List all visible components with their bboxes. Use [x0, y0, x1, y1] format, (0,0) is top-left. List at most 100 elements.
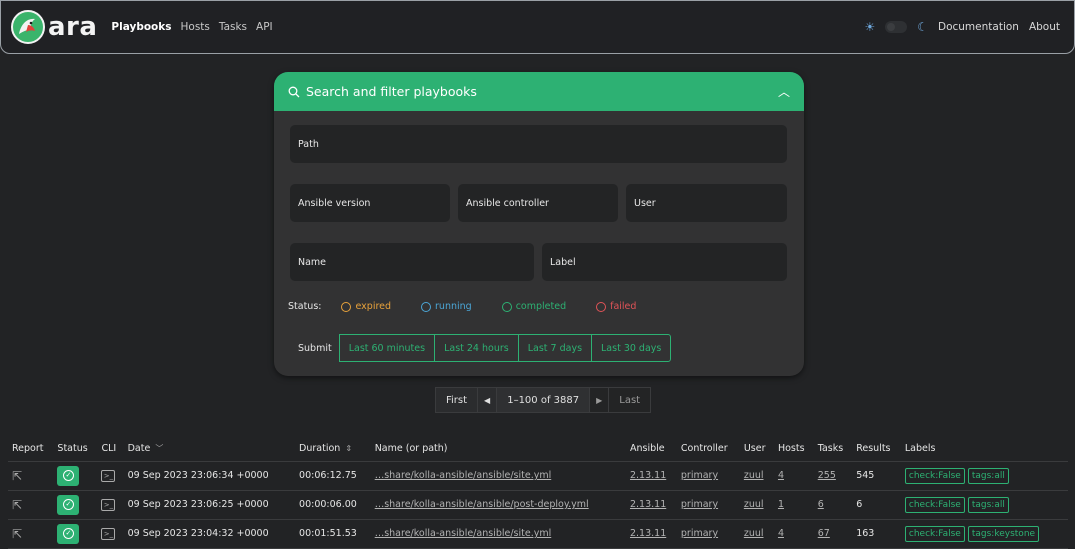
chevron-down-icon: ﹀ [155, 444, 164, 454]
status-running-label: running [435, 301, 472, 312]
check-icon: ✓ [62, 470, 74, 481]
filter-panel: Search and filter playbooks ︿ Path Ansib… [274, 72, 804, 376]
row-ansible-link[interactable]: 2.13.11 [630, 470, 666, 481]
row-date: 09 Sep 2023 23:04:32 +0000 [123, 519, 296, 549]
col-duration[interactable]: Duration ⇕ [295, 437, 371, 462]
sun-icon: ☀ [864, 20, 876, 34]
moon-icon: ☾ [917, 20, 928, 34]
row-results: 6 [852, 490, 901, 520]
row-results: 163 [852, 519, 901, 549]
col-user: User [739, 437, 774, 462]
table-row[interactable]: ⇱ ✓ >_ 09 Sep 2023 23:04:32 +0000 00:01:… [8, 519, 1068, 549]
row-duration: 00:01:51.53 [295, 519, 371, 549]
label-badge[interactable]: check:False [904, 467, 965, 484]
parrot-logo-icon [11, 10, 45, 44]
name-field[interactable]: Name [290, 243, 534, 281]
status-failed[interactable]: failed [596, 301, 636, 312]
search-icon [288, 86, 300, 97]
label-badge[interactable]: check:False [904, 496, 965, 513]
status-completed-badge[interactable]: ✓ [57, 465, 80, 486]
last-7-days-button[interactable]: Last 7 days [517, 334, 593, 362]
status-completed-badge[interactable]: ✓ [57, 494, 80, 515]
row-tasks-link[interactable]: 6 [818, 499, 824, 510]
row-duration: 00:00:06.00 [295, 490, 371, 520]
terminal-icon[interactable]: >_ [101, 498, 116, 511]
col-cli: CLI [97, 437, 124, 462]
row-tasks-link[interactable]: 255 [818, 470, 836, 481]
top-navbar: ara Playbooks Hosts Tasks API ☀ ☾ Docume… [0, 0, 1075, 54]
label-field[interactable]: Label [542, 243, 787, 281]
row-user-link[interactable]: zuul [744, 528, 764, 539]
terminal-icon[interactable]: >_ [101, 527, 116, 540]
ansible-version-label: Ansible version [298, 197, 371, 209]
path-field[interactable]: Path [290, 125, 787, 163]
exclamation-circle-icon [596, 301, 607, 312]
col-status: Status [53, 437, 98, 462]
col-date[interactable]: Date ﹀ [123, 437, 296, 462]
row-tasks-link[interactable]: 67 [818, 528, 830, 539]
row-ansible-link[interactable]: 2.13.11 [630, 499, 666, 510]
label-badge[interactable]: tags:all [967, 467, 1009, 484]
row-ansible-link[interactable]: 2.13.11 [630, 528, 666, 539]
label-badge[interactable]: tags:all [967, 496, 1009, 513]
nav-about[interactable]: About [1029, 21, 1060, 33]
col-date-label: Date [127, 443, 151, 455]
nav-hosts[interactable]: Hosts [181, 21, 210, 33]
check-icon: ✓ [62, 528, 74, 539]
external-link-icon[interactable]: ⇱ [12, 527, 22, 541]
previous-page-icon[interactable]: ◀ [477, 387, 498, 413]
table-header-row: Report Status CLI Date ﹀ Duration ⇕ Name (… [8, 437, 1068, 462]
row-hosts-link[interactable]: 4 [778, 528, 784, 539]
filter-panel-header[interactable]: Search and filter playbooks ︿ [274, 72, 804, 111]
first-page-button[interactable]: First [435, 387, 479, 413]
row-controller-link[interactable]: primary [681, 470, 718, 481]
row-user-link[interactable]: zuul [744, 470, 764, 481]
external-link-icon[interactable]: ⇱ [12, 498, 22, 512]
row-path-link[interactable]: …share/kolla-ansible/ansible/site.yml [375, 528, 552, 539]
row-results: 545 [852, 461, 901, 491]
status-completed[interactable]: completed [501, 301, 566, 312]
nav-api[interactable]: API [256, 21, 273, 33]
row-path-link[interactable]: …share/kolla-ansible/ansible/post-deploy… [375, 499, 589, 510]
chevron-up-icon[interactable]: ︿ [778, 83, 790, 100]
table-row[interactable]: ⇱ ✓ >_ 09 Sep 2023 23:06:25 +0000 00:00:… [8, 490, 1068, 520]
nav-playbooks[interactable]: Playbooks [111, 21, 171, 33]
row-user-link[interactable]: zuul [744, 499, 764, 510]
row-controller-link[interactable]: primary [681, 499, 718, 510]
col-tasks: Tasks [813, 437, 853, 462]
row-date: 09 Sep 2023 23:06:34 +0000 [123, 461, 296, 491]
status-expired[interactable]: expired [341, 301, 391, 312]
status-failed-label: failed [610, 301, 637, 312]
table-row[interactable]: ⇱ ✓ >_ 09 Sep 2023 23:06:34 +0000 00:06:… [8, 461, 1068, 491]
status-completed-badge[interactable]: ✓ [57, 523, 80, 544]
ara-logo[interactable]: ara [11, 10, 97, 44]
label-badge[interactable]: tags:keystone [967, 525, 1040, 542]
playbooks-table: Report Status CLI Date ﹀ Duration ⇕ Name (… [8, 437, 1068, 549]
col-ansible: Ansible [625, 437, 677, 462]
last-page-button[interactable]: Last [608, 387, 652, 413]
col-results: Results [852, 437, 901, 462]
last-30-days-button[interactable]: Last 30 days [591, 334, 672, 362]
pagination: First ◀ 1–100 of 3887 ▶ Last [435, 387, 652, 413]
row-controller-link[interactable]: primary [681, 528, 718, 539]
nav-tasks[interactable]: Tasks [219, 21, 247, 33]
row-date: 09 Sep 2023 23:06:25 +0000 [123, 490, 296, 520]
ansible-controller-field[interactable]: Ansible controller [458, 184, 618, 222]
terminal-icon[interactable]: >_ [101, 469, 116, 482]
row-hosts-link[interactable]: 4 [778, 470, 784, 481]
label-badge[interactable]: check:False [904, 525, 965, 542]
last-24-hours-button[interactable]: Last 24 hours [434, 334, 519, 362]
last-60-minutes-button[interactable]: Last 60 minutes [338, 334, 436, 362]
row-path-link[interactable]: …share/kolla-ansible/ansible/site.yml [375, 470, 552, 481]
status-running[interactable]: running [421, 301, 472, 312]
row-hosts-link[interactable]: 1 [778, 499, 784, 510]
ansible-version-field[interactable]: Ansible version [290, 184, 450, 222]
next-page-icon[interactable]: ▶ [589, 387, 610, 413]
submit-button[interactable]: Submit [298, 343, 332, 354]
external-link-icon[interactable]: ⇱ [12, 469, 22, 483]
status-label: Status: [288, 301, 322, 312]
theme-toggle[interactable] [885, 21, 908, 33]
nav-documentation[interactable]: Documentation [938, 21, 1019, 33]
ansible-controller-label: Ansible controller [466, 197, 549, 209]
user-field[interactable]: User [626, 184, 787, 222]
